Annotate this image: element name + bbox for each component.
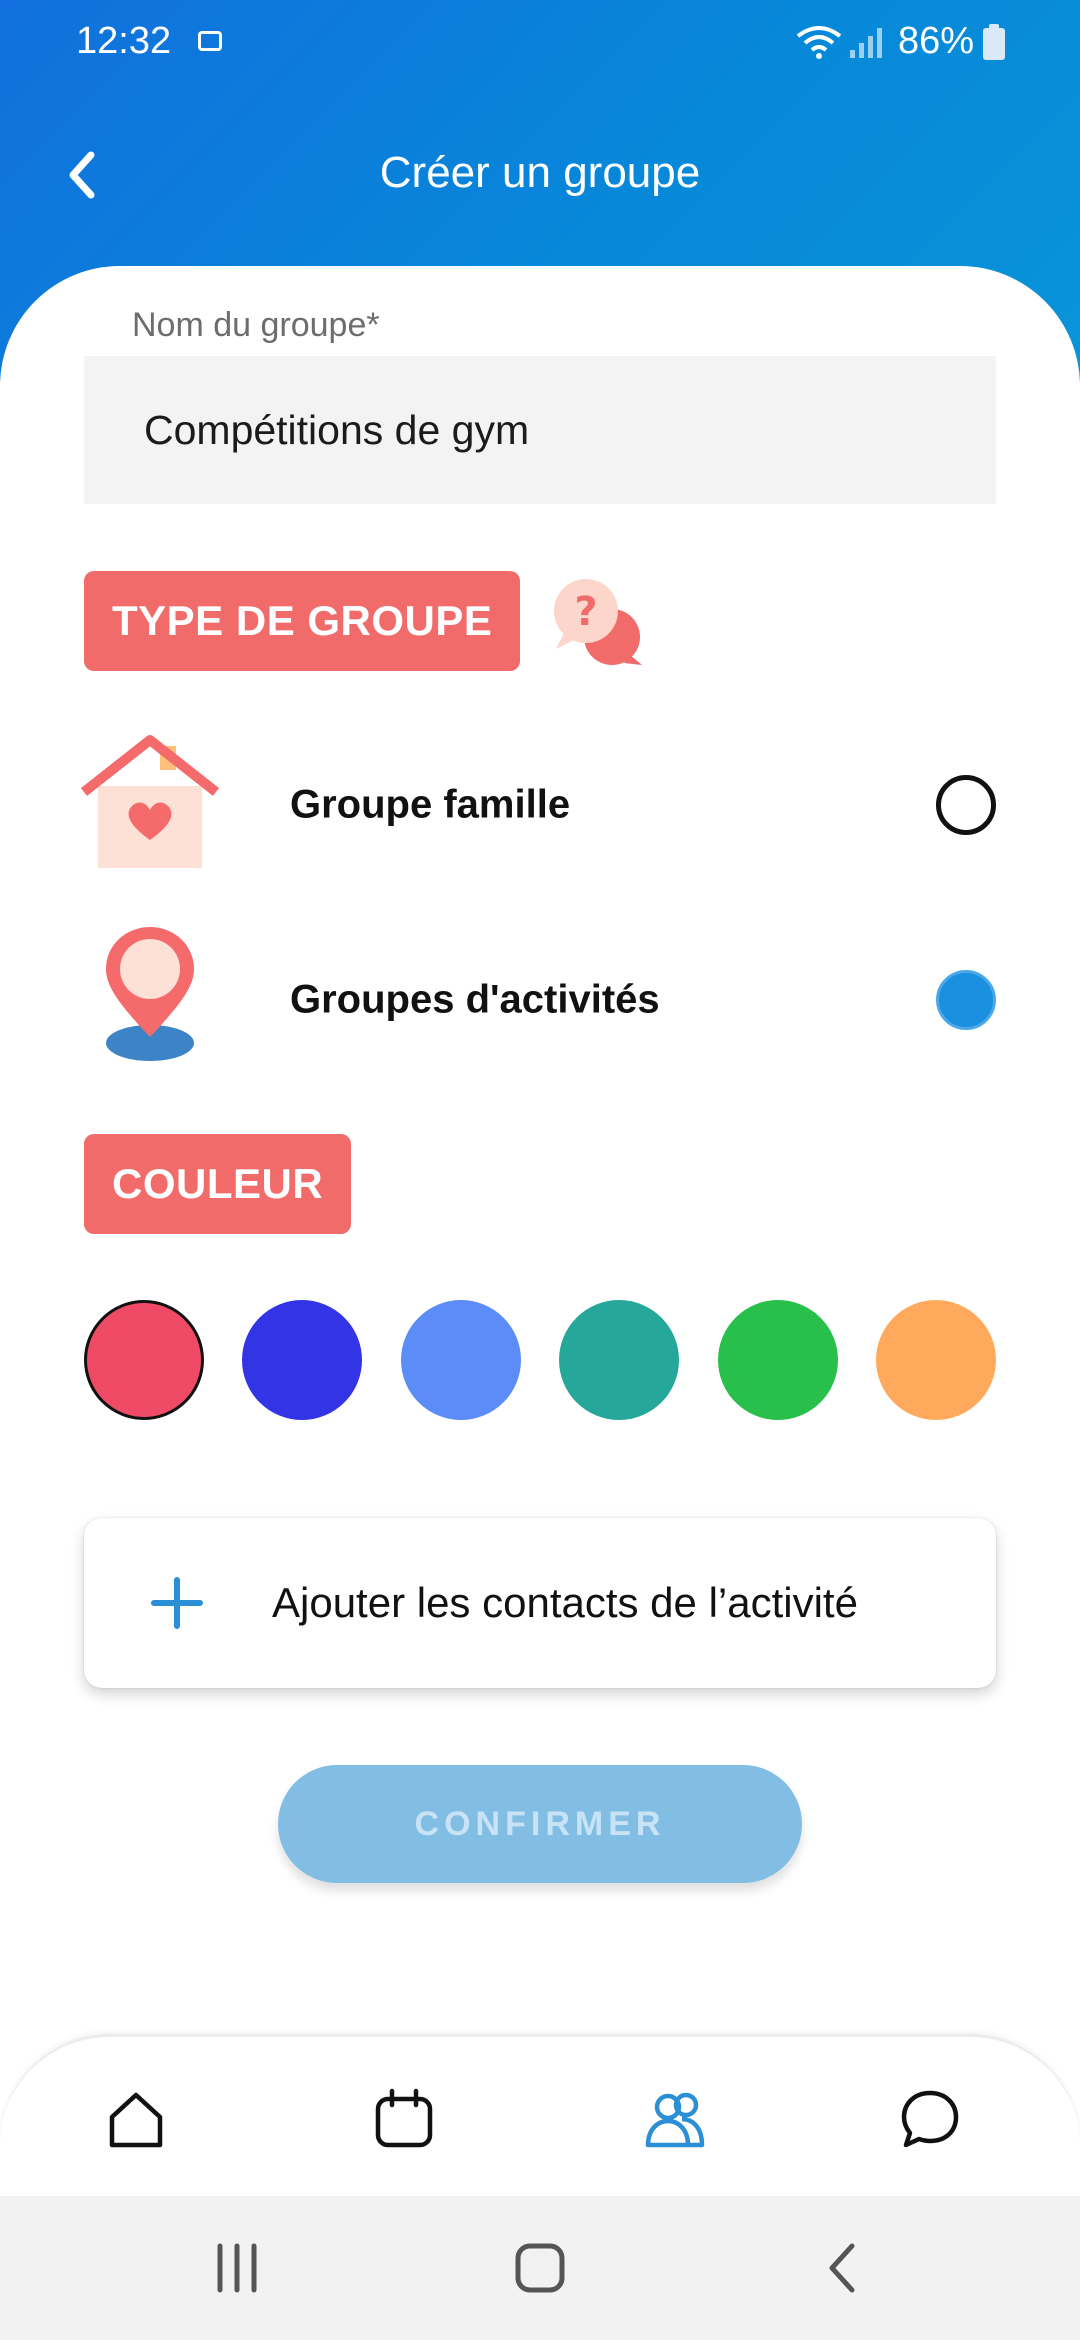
color-section-label: COULEUR: [84, 1134, 352, 1234]
system-back-icon[interactable]: [822, 2238, 862, 2298]
group-type-section-label: TYPE DE GROUPE: [84, 571, 521, 671]
add-contacts-label: Ajouter les contacts de l’activité: [272, 1579, 858, 1626]
battery-percent: 86%: [898, 20, 975, 62]
color-swatch[interactable]: [242, 1300, 363, 1420]
color-swatch[interactable]: [400, 1300, 521, 1420]
location-pin-icon: [106, 927, 194, 1061]
plus-icon: [151, 1577, 203, 1629]
status-bar: 12:32 86%: [0, 0, 1080, 90]
group-name-input[interactable]: [84, 356, 996, 504]
group-type-option-activity[interactable]: Groupes d'activités: [0, 925, 1080, 1075]
status-time: 12:32: [76, 20, 172, 62]
color-swatch[interactable]: [84, 1300, 204, 1420]
group-type-option-family[interactable]: Groupe famille: [0, 730, 1080, 880]
recent-apps-icon[interactable]: [212, 2238, 262, 2298]
group-type-family-label: Groupe famille: [290, 782, 571, 827]
home-button-icon[interactable]: [510, 2238, 570, 2298]
groups-icon[interactable]: [642, 2087, 706, 2151]
color-swatch[interactable]: [559, 1300, 680, 1420]
group-type-family-radio[interactable]: [936, 775, 996, 835]
signal-icon: [850, 28, 882, 58]
group-type-activity-radio[interactable]: [936, 970, 996, 1030]
wifi-icon: [796, 26, 842, 59]
group-name-label: Nom du groupe*: [132, 306, 380, 344]
add-activity-contacts-button[interactable]: Ajouter les contacts de l’activité: [84, 1518, 996, 1688]
page-title: Créer un groupe: [379, 148, 701, 197]
group-type-activity-label: Groupes d'activités: [290, 977, 660, 1022]
calendar-icon[interactable]: [372, 2087, 436, 2151]
confirm-button[interactable]: CONFIRMER: [278, 1765, 802, 1883]
battery-icon: [983, 24, 1005, 60]
color-swatch[interactable]: [717, 1300, 838, 1420]
bottom-nav: [0, 2034, 1080, 2196]
help-bubbles-icon[interactable]: ?: [550, 575, 646, 671]
home-icon[interactable]: [104, 2087, 168, 2151]
color-swatch[interactable]: [876, 1300, 996, 1420]
chat-icon[interactable]: [898, 2087, 962, 2151]
notification-icon: [198, 31, 222, 51]
system-navigation-bar: [0, 2196, 1080, 2340]
svg-text:?: ?: [574, 589, 597, 635]
house-heart-icon: [80, 735, 220, 868]
